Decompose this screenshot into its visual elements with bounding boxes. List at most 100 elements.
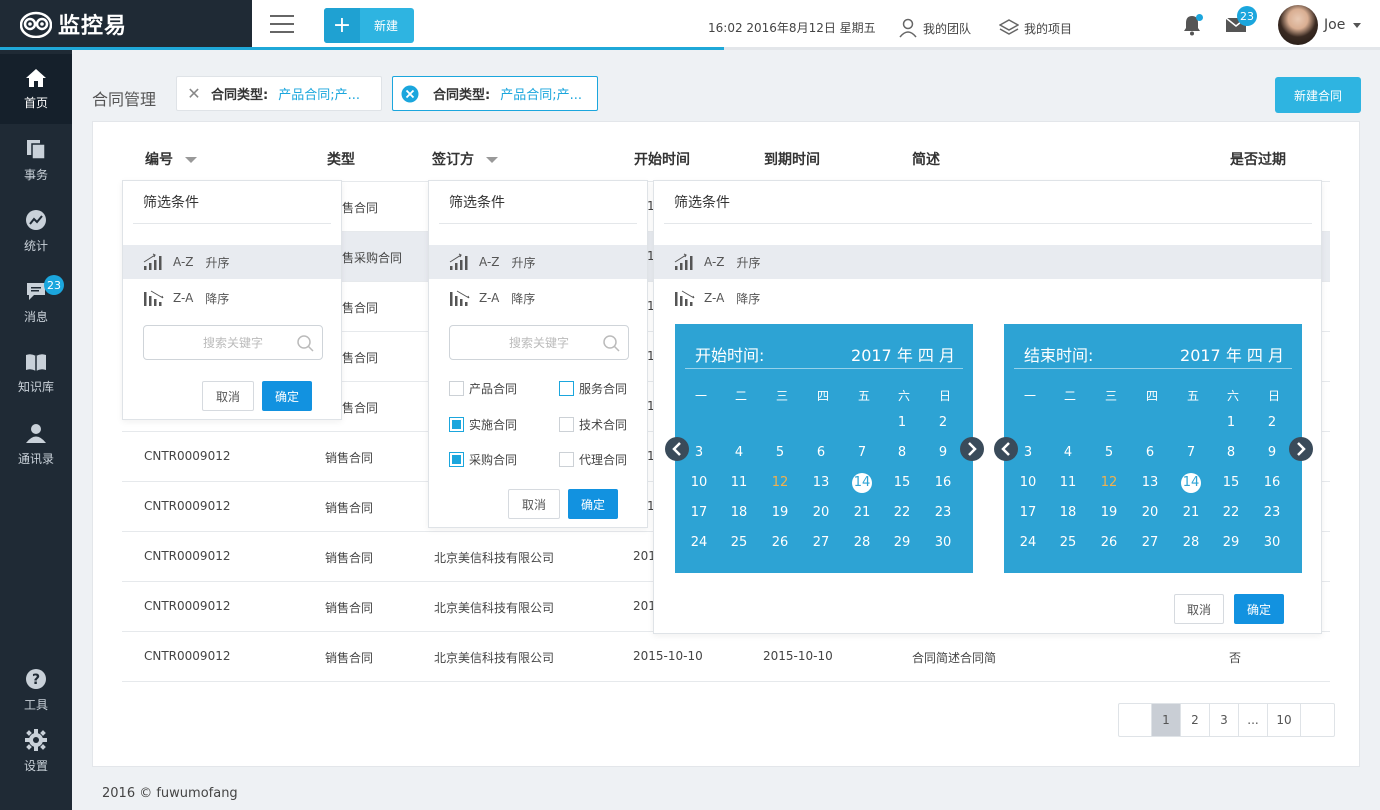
calendar-day[interactable]: 22 bbox=[889, 503, 915, 523]
sort-caret-icon[interactable] bbox=[486, 157, 498, 163]
calendar-day[interactable]: 7 bbox=[1178, 443, 1204, 463]
next-month-button[interactable] bbox=[960, 437, 984, 461]
sort-asc-option[interactable]: A-Z 升序 bbox=[429, 245, 647, 279]
calendar-day[interactable]: 4 bbox=[726, 443, 752, 463]
calendar-day[interactable]: 11 bbox=[1055, 473, 1081, 493]
calendar-day[interactable]: 13 bbox=[808, 473, 834, 493]
next-month-button[interactable] bbox=[1289, 437, 1313, 461]
checkbox-box[interactable] bbox=[559, 381, 574, 396]
calendar-day[interactable]: 4 bbox=[1055, 443, 1081, 463]
calendar-day[interactable]: 10 bbox=[686, 473, 712, 493]
calendar-day[interactable]: 25 bbox=[726, 533, 752, 553]
calendar-day[interactable]: 8 bbox=[1218, 443, 1244, 463]
calendar-day[interactable]: 28 bbox=[849, 533, 875, 553]
mail-button[interactable]: 23 bbox=[1225, 6, 1257, 34]
calendar-day[interactable]: 3 bbox=[686, 443, 712, 463]
calendar-day[interactable]: 6 bbox=[808, 443, 834, 463]
calendar-day[interactable]: 19 bbox=[767, 503, 793, 523]
cancel-button[interactable]: 取消 bbox=[508, 489, 560, 519]
calendar-day[interactable]: 18 bbox=[726, 503, 752, 523]
start-date-calendar[interactable]: 开始时间: 2017 年 四 月 一二三四五六日 1 2 3 4 5 6 7 8 9 10 11 12 13… bbox=[675, 324, 973, 573]
calendar-day[interactable]: 17 bbox=[1015, 503, 1041, 523]
calendar-day[interactable]: 10 bbox=[1015, 473, 1041, 493]
calendar-day[interactable]: 19 bbox=[1096, 503, 1122, 523]
close-circle-icon[interactable] bbox=[393, 85, 427, 103]
column-header-end[interactable]: 到期时间 bbox=[764, 149, 820, 169]
calendar-day[interactable]: 21 bbox=[849, 503, 875, 523]
my-projects-link[interactable]: 我的项目 bbox=[999, 18, 1072, 38]
calendar-day[interactable]: 23 bbox=[1259, 503, 1285, 523]
calendar-day[interactable]: 13 bbox=[1137, 473, 1163, 493]
checkbox-box[interactable] bbox=[449, 381, 464, 396]
calendar-day[interactable]: 29 bbox=[889, 533, 915, 553]
calendar-day[interactable]: 22 bbox=[1218, 503, 1244, 523]
calendar-month[interactable]: 2017 年 四 月 bbox=[851, 342, 955, 366]
calendar-day[interactable]: 18 bbox=[1055, 503, 1081, 523]
checkbox-purchase-contract[interactable]: 采购合同 bbox=[449, 451, 517, 468]
confirm-button[interactable]: 确定 bbox=[1234, 594, 1284, 624]
column-header-expired[interactable]: 是否过期 bbox=[1230, 149, 1286, 169]
calendar-day[interactable]: 6 bbox=[1137, 443, 1163, 463]
calendar-day[interactable]: 24 bbox=[1015, 533, 1041, 553]
chevron-down-icon[interactable] bbox=[1353, 23, 1361, 28]
calendar-day[interactable]: 24 bbox=[686, 533, 712, 553]
user-name[interactable]: Joe bbox=[1324, 17, 1345, 33]
page-button-current[interactable]: 1 bbox=[1152, 704, 1181, 736]
prev-page-button[interactable] bbox=[1119, 704, 1152, 736]
calendar-day[interactable]: 20 bbox=[1137, 503, 1163, 523]
calendar-day[interactable]: 26 bbox=[1096, 533, 1122, 553]
new-button[interactable]: + 新建 bbox=[324, 8, 414, 43]
sort-caret-icon[interactable] bbox=[185, 157, 197, 163]
calendar-day[interactable]: 12 bbox=[1096, 473, 1122, 493]
calendar-day[interactable]: 16 bbox=[1259, 473, 1285, 493]
sidebar-item-home[interactable]: 首页 bbox=[0, 54, 72, 124]
calendar-day[interactable]: 27 bbox=[808, 533, 834, 553]
sort-asc-option[interactable]: A-Z 升序 bbox=[654, 245, 1321, 279]
calendar-day[interactable]: 5 bbox=[767, 443, 793, 463]
prev-month-button[interactable] bbox=[994, 437, 1018, 461]
search-input[interactable]: 搜索关键字 bbox=[143, 325, 323, 360]
sidebar-item-messages[interactable]: 消息 23 bbox=[0, 267, 72, 337]
calendar-day-selected[interactable]: 14 bbox=[1181, 473, 1201, 493]
end-date-calendar[interactable]: 结束时间: 2017 年 四 月 一二三四五六日 1 2 3 4 5 6 7 8 9 10 11 12 13… bbox=[1004, 324, 1302, 573]
sidebar-item-settings[interactable]: 设置 bbox=[0, 716, 72, 786]
checkbox-box[interactable] bbox=[559, 452, 574, 467]
checkbox-box-checked[interactable] bbox=[449, 452, 464, 467]
calendar-day[interactable]: 5 bbox=[1096, 443, 1122, 463]
calendar-day[interactable]: 23 bbox=[930, 503, 956, 523]
calendar-day[interactable]: 21 bbox=[1178, 503, 1204, 523]
sidebar-item-tasks[interactable]: 事务 bbox=[0, 125, 72, 195]
calendar-day[interactable]: 20 bbox=[808, 503, 834, 523]
page-button[interactable]: 10 bbox=[1268, 704, 1301, 736]
column-header-desc[interactable]: 简述 bbox=[912, 149, 940, 169]
close-icon[interactable]: ✕ bbox=[177, 84, 211, 103]
page-button[interactable]: 3 bbox=[1210, 704, 1239, 736]
checkbox-agency-contract[interactable]: 代理合同 bbox=[559, 451, 627, 468]
calendar-day[interactable]: 2 bbox=[1259, 413, 1285, 433]
calendar-day[interactable]: 27 bbox=[1137, 533, 1163, 553]
calendar-day[interactable]: 9 bbox=[1259, 443, 1285, 463]
checkbox-box-checked[interactable] bbox=[449, 417, 464, 432]
menu-toggle-button[interactable] bbox=[270, 15, 294, 35]
calendar-day[interactable]: 30 bbox=[1259, 533, 1285, 553]
sidebar-item-contacts[interactable]: 通讯录 bbox=[0, 409, 72, 479]
calendar-day-selected[interactable]: 14 bbox=[852, 473, 872, 493]
calendar-day[interactable]: 25 bbox=[1055, 533, 1081, 553]
calendar-day[interactable]: 15 bbox=[889, 473, 915, 493]
filter-tag-selected[interactable]: 合同类型: 产品合同;产... bbox=[392, 76, 598, 111]
next-page-button[interactable] bbox=[1301, 704, 1334, 736]
calendar-day[interactable]: 2 bbox=[930, 413, 956, 433]
checkbox-box[interactable] bbox=[559, 417, 574, 432]
calendar-day[interactable]: 16 bbox=[930, 473, 956, 493]
calendar-day[interactable]: 7 bbox=[849, 443, 875, 463]
calendar-day[interactable]: 9 bbox=[930, 443, 956, 463]
avatar[interactable] bbox=[1278, 5, 1318, 45]
calendar-day[interactable]: 29 bbox=[1218, 533, 1244, 553]
sort-desc-option[interactable]: Z-A 降序 bbox=[654, 281, 1321, 315]
notifications-button[interactable] bbox=[1182, 14, 1203, 36]
my-team-link[interactable]: 我的团队 bbox=[898, 18, 971, 38]
calendar-day[interactable]: 12 bbox=[767, 473, 793, 493]
calendar-day[interactable]: 26 bbox=[767, 533, 793, 553]
filter-tag[interactable]: ✕ 合同类型: 产品合同;产... bbox=[176, 76, 382, 111]
calendar-day[interactable]: 8 bbox=[889, 443, 915, 463]
